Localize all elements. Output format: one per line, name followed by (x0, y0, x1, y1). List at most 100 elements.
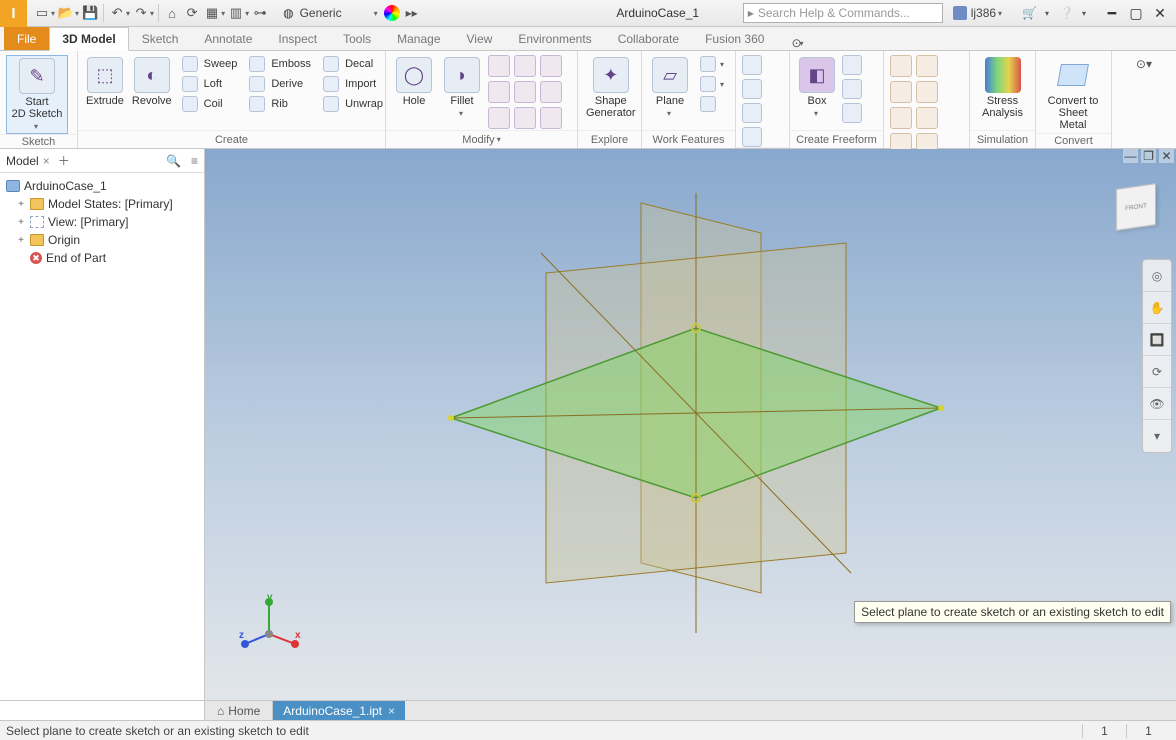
patch-icon[interactable] (916, 55, 938, 77)
stitch-icon[interactable] (890, 55, 912, 77)
app-logo[interactable]: I (0, 0, 27, 27)
decal-button[interactable]: Decal (319, 55, 387, 73)
vp-minimize[interactable]: — (1123, 149, 1138, 163)
axis-button[interactable]: ▾ (696, 55, 728, 73)
rib-button[interactable]: Rib (245, 95, 315, 113)
draft-icon[interactable] (540, 55, 562, 77)
convert-sheet-metal-button[interactable]: Convert to Sheet Metal (1042, 55, 1104, 133)
maximize-button[interactable]: ▢ (1126, 5, 1146, 22)
freeform-convert-icon[interactable] (842, 79, 862, 99)
point-button[interactable]: ▾ (696, 75, 728, 93)
tree-model-states[interactable]: +Model States: [Primary] (4, 195, 200, 213)
look-at-icon[interactable]: 👁 (1143, 388, 1171, 420)
sweep-button[interactable]: Sweep (178, 55, 242, 73)
unwrap-button[interactable]: Unwrap (319, 95, 387, 113)
circ-pattern-icon[interactable] (742, 79, 762, 99)
apps-icon[interactable]: 🛒 (1022, 6, 1037, 20)
vp-close[interactable]: ✕ (1159, 149, 1174, 163)
tab-collaborate[interactable]: Collaborate (605, 27, 692, 50)
expand-icon[interactable]: + (16, 217, 26, 228)
ribbon-collapse-toggle[interactable]: ⊙ ▾ (791, 36, 803, 50)
close-icon[interactable]: × (388, 704, 395, 718)
vp-restore[interactable]: ❐ (1141, 149, 1156, 163)
save-icon[interactable]: 💾 (81, 4, 99, 22)
extend-icon[interactable] (890, 107, 912, 129)
extrude-button[interactable]: ⬚ Extrude (84, 55, 126, 109)
home-icon[interactable]: ⌂ (163, 4, 181, 22)
view-cube[interactable]: FRONT (1116, 183, 1156, 231)
thicken-icon[interactable] (488, 107, 510, 129)
fillet-button[interactable]: ◗Fillet▾ (440, 55, 484, 120)
tab-fusion360[interactable]: Fusion 360 (692, 27, 777, 50)
color-wheel-icon[interactable] (384, 5, 400, 21)
ribbon-options[interactable]: ⊙▾ (1112, 51, 1162, 148)
hole-button[interactable]: ◯Hole (392, 55, 436, 109)
stress-analysis-button[interactable]: Stress Analysis (976, 55, 1029, 121)
add-browser-tab[interactable]: ＋ (58, 152, 70, 169)
freeform-plane-icon[interactable] (842, 103, 862, 123)
expand-icon[interactable]: + (16, 235, 26, 246)
delete-face-icon[interactable] (514, 107, 536, 129)
expand-icon[interactable]: + (16, 199, 26, 210)
close-icon[interactable]: × (43, 154, 50, 168)
minimize-button[interactable]: ━ (1102, 5, 1122, 22)
search-browser-icon[interactable]: 🔍 (166, 154, 181, 168)
ucs-button[interactable] (696, 95, 728, 113)
plane-button[interactable]: ▱Plane▾ (648, 55, 692, 120)
import-button[interactable]: Import (319, 75, 387, 93)
new-icon[interactable]: ▭ (33, 4, 51, 22)
derive-button[interactable]: Derive (245, 75, 315, 93)
mirror-icon[interactable] (742, 127, 762, 147)
appearance-icon[interactable]: ▥ (227, 4, 245, 22)
emboss-button[interactable]: Emboss (245, 55, 315, 73)
trim-icon[interactable] (916, 81, 938, 103)
home-tab[interactable]: ⌂Home (205, 701, 273, 720)
tab-manage[interactable]: Manage (384, 27, 453, 50)
steering-wheel-icon[interactable]: ◎ (1143, 260, 1171, 292)
thread-icon[interactable] (488, 81, 510, 103)
tab-file[interactable]: File (4, 27, 49, 50)
ribbon-options-icon[interactable]: ⊙▾ (1136, 57, 1152, 71)
sketch-pattern-icon[interactable] (742, 103, 762, 123)
tab-annotate[interactable]: Annotate (191, 27, 265, 50)
loft-button[interactable]: Loft (178, 75, 242, 93)
tree-origin[interactable]: +Origin (4, 231, 200, 249)
browser-menu-icon[interactable]: ≡ (191, 154, 198, 168)
direct-edit-icon[interactable] (540, 107, 562, 129)
shell-icon[interactable] (514, 55, 536, 77)
coil-button[interactable]: Coil (178, 95, 242, 113)
origin-planes[interactable] (431, 193, 951, 633)
help-icon[interactable]: ❔ (1059, 6, 1074, 20)
shape-generator-button[interactable]: ✦Shape Generator (584, 55, 638, 121)
material-link-icon[interactable]: ⊶ (251, 4, 269, 22)
tab-tools[interactable]: Tools (330, 27, 384, 50)
box-button[interactable]: ◧Box▾ (796, 55, 838, 120)
file-tab-arduino[interactable]: ArduinoCase_1.ipt× (273, 701, 405, 720)
tab-3d-model[interactable]: 3D Model (49, 27, 128, 51)
search-input[interactable]: Search Help & Commands... (743, 3, 943, 23)
ruled-icon[interactable] (890, 81, 912, 103)
pan-icon[interactable]: ✋ (1143, 292, 1171, 324)
nav-expand-icon[interactable]: ▾ (1143, 420, 1171, 452)
rect-pattern-icon[interactable] (742, 55, 762, 75)
start-2d-sketch-button[interactable]: ✎ Start 2D Sketch ▾ (6, 55, 68, 134)
freeform-face-icon[interactable] (842, 55, 862, 75)
tab-inspect[interactable]: Inspect (265, 27, 330, 50)
open-icon[interactable]: 📂 (57, 4, 75, 22)
tab-sketch[interactable]: Sketch (129, 27, 192, 50)
browser-tab-model[interactable]: Model × (6, 154, 50, 168)
combine-icon[interactable] (540, 81, 562, 103)
material-selector[interactable]: ◍ Generic ▾ ▸▸ (275, 5, 426, 21)
orbit-icon[interactable]: ⟳ (1143, 356, 1171, 388)
sculpt-icon[interactable] (916, 107, 938, 129)
tab-environments[interactable]: Environments (505, 27, 604, 50)
tab-view[interactable]: View (454, 27, 506, 50)
split-icon[interactable] (514, 81, 536, 103)
close-button[interactable]: ✕ (1150, 5, 1170, 22)
select-icon[interactable]: ▦ (203, 4, 221, 22)
tree-end-of-part[interactable]: +✖End of Part (4, 249, 200, 267)
zoom-icon[interactable]: 🔲 (1143, 324, 1171, 356)
update-icon[interactable]: ⟳ (183, 4, 201, 22)
revolve-button[interactable]: ◐ Revolve (130, 55, 174, 109)
undo-icon[interactable]: ↶ (108, 4, 126, 22)
